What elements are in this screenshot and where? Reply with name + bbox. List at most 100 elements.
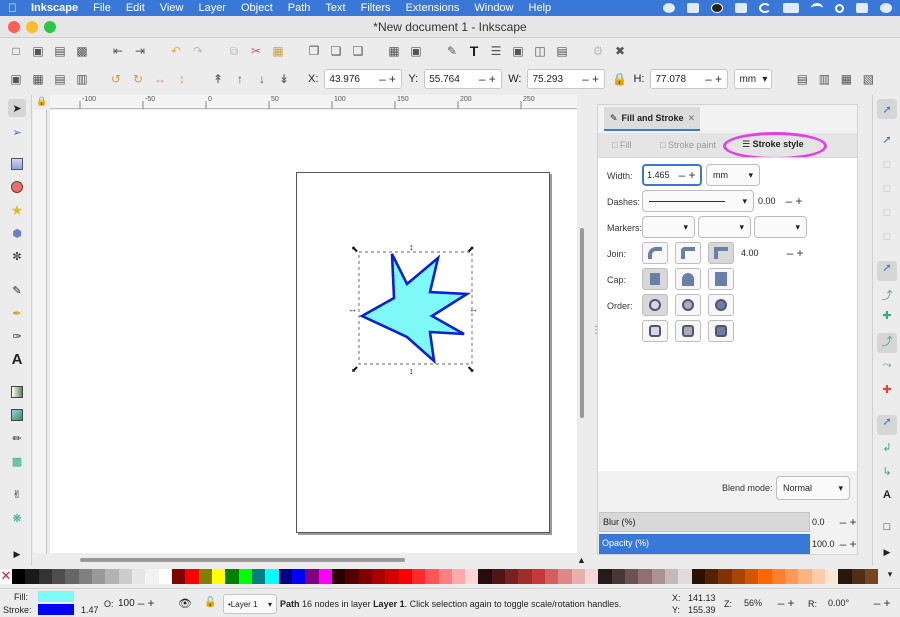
snap-center-icon[interactable]: ↲ <box>877 441 897 457</box>
undo-icon[interactable]: ↶ <box>168 43 184 59</box>
snap-bbox-edge-icon[interactable]: □ <box>877 159 897 175</box>
color-swatch[interactable] <box>865 569 879 584</box>
copy-icon[interactable]: ⧉ <box>226 43 242 59</box>
end-marker-select[interactable]: ▾ <box>754 216 807 238</box>
unlink-clone-icon[interactable]: ❑ <box>350 43 366 59</box>
opacity-status-minus[interactable]: – <box>136 596 146 610</box>
join-bevel-button[interactable] <box>642 242 668 264</box>
dash-pattern-select[interactable]: ▾ <box>642 190 754 212</box>
scale-stroke-icon[interactable]: ▤ <box>794 71 810 87</box>
move-gradients-icon[interactable]: ▦ <box>838 71 854 87</box>
color-swatch[interactable] <box>358 569 372 584</box>
fill-indicator[interactable] <box>38 591 74 602</box>
color-swatch[interactable] <box>665 569 679 584</box>
color-swatch[interactable] <box>198 569 212 584</box>
document-properties-icon[interactable]: ✖ <box>612 43 628 59</box>
color-swatch[interactable] <box>65 569 79 584</box>
deselect-icon[interactable]: ▤ <box>52 71 68 87</box>
offset-plus[interactable]: + <box>794 194 804 208</box>
translate-icon[interactable] <box>735 3 747 13</box>
layers-icon[interactable]: ☰ <box>488 43 504 59</box>
y-minus[interactable]: – <box>477 72 487 86</box>
menu-layer[interactable]: Layer <box>198 2 226 14</box>
opacity-status-plus[interactable]: + <box>146 596 156 610</box>
color-swatch[interactable] <box>105 569 119 584</box>
h-minus[interactable]: – <box>703 72 713 86</box>
color-swatch[interactable] <box>251 569 266 584</box>
snap-bbox-midpoint-icon[interactable]: □ <box>877 207 897 223</box>
opacity-status-field[interactable]: 100 – + <box>114 594 160 612</box>
open-icon[interactable]: ▣ <box>30 43 46 59</box>
opacity-minus[interactable]: – <box>838 537 848 551</box>
color-swatch[interactable] <box>185 569 199 584</box>
color-swatch[interactable] <box>718 569 732 584</box>
control-center-icon[interactable] <box>856 3 868 13</box>
color-swatch[interactable] <box>385 569 399 584</box>
menu-help[interactable]: Help <box>529 2 552 14</box>
menu-view[interactable]: View <box>160 2 184 14</box>
color-swatch[interactable] <box>438 569 452 584</box>
stroke-width-indicator[interactable]: 1.47 <box>81 605 99 615</box>
color-swatch[interactable] <box>12 569 26 584</box>
zoom-field[interactable]: 56% – + <box>740 594 800 612</box>
apple-icon[interactable]:  <box>8 1 17 15</box>
color-swatch[interactable] <box>638 569 652 584</box>
scale-handle-n[interactable]: ↕ <box>409 242 414 252</box>
order-stroke-markers-button[interactable] <box>708 320 734 342</box>
tweak-tool-icon[interactable]: ✌ <box>8 485 26 503</box>
snap-text-baseline-icon[interactable]: A <box>877 489 897 505</box>
w-field[interactable]: 75.293 – + <box>527 69 606 89</box>
color-swatch[interactable] <box>371 569 386 584</box>
x-minus[interactable]: – <box>377 72 387 86</box>
cap-square-button[interactable] <box>708 268 734 290</box>
zoom-window-button[interactable] <box>44 21 56 33</box>
h-plus[interactable]: + <box>713 72 723 86</box>
rectangle-tool-icon[interactable] <box>8 155 26 173</box>
snap-toggle-icon[interactable]: ➚ <box>877 99 897 119</box>
spray-tool-icon[interactable]: ❋ <box>8 509 26 527</box>
opacity-field[interactable]: 100.0 – + <box>812 534 858 554</box>
start-marker-select[interactable]: ▾ <box>642 216 695 238</box>
pen-tool-icon[interactable]: ✒ <box>8 304 26 322</box>
color-swatch[interactable] <box>171 569 186 584</box>
opacity-plus[interactable]: + <box>848 537 858 551</box>
color-swatch[interactable] <box>291 569 306 584</box>
import-icon[interactable]: ⇤ <box>110 43 126 59</box>
color-swatch[interactable] <box>145 569 159 584</box>
miter-minus[interactable]: – <box>785 246 795 260</box>
raise-icon[interactable]: ↑ <box>232 71 248 87</box>
color-swatch[interactable] <box>705 569 719 584</box>
join-round-button[interactable] <box>675 242 701 264</box>
blend-mode-select[interactable]: Normal ▾ <box>776 476 850 500</box>
menu-edit[interactable]: Edit <box>126 2 145 14</box>
offset-minus[interactable]: – <box>784 194 794 208</box>
dialog-tab[interactable]: ✎ Fill and Stroke ✕ <box>604 107 700 131</box>
cloud-icon[interactable] <box>687 3 699 13</box>
tab-fill[interactable]: □ Fill <box>612 140 631 150</box>
color-swatch[interactable] <box>331 569 346 584</box>
color-swatch[interactable] <box>78 569 92 584</box>
clone-icon[interactable]: ❏ <box>328 43 344 59</box>
y-plus[interactable]: + <box>487 72 497 86</box>
color-swatch[interactable] <box>518 569 532 584</box>
blur-slider[interactable]: Blur (%) <box>599 512 810 532</box>
move-patterns-icon[interactable]: ▧ <box>860 71 876 87</box>
w-plus[interactable]: + <box>590 72 600 86</box>
duplicate-icon[interactable]: ❐ <box>306 43 322 59</box>
cut-icon[interactable]: ✂ <box>248 43 264 59</box>
width-plus[interactable]: + <box>687 168 697 182</box>
moon-icon[interactable] <box>759 3 771 13</box>
lock-icon[interactable]: 🔓 <box>204 597 216 608</box>
color-swatch[interactable] <box>411 569 426 584</box>
color-swatch[interactable] <box>131 569 146 584</box>
text-tool-icon[interactable]: A <box>8 350 26 368</box>
menu-filters[interactable]: Filters <box>361 2 391 14</box>
color-swatch[interactable] <box>451 569 466 584</box>
selected-star[interactable]: ⬉ ↕ ⬈ ↔ ↔ ⬋ ↕ ⬊ <box>345 238 485 378</box>
order-fill-markers-button[interactable] <box>708 294 734 316</box>
xml-editor-icon[interactable]: ✎ <box>444 43 460 59</box>
snap-page-icon[interactable]: □ <box>877 521 897 537</box>
lock-guides-icon[interactable]: 🔒 <box>36 96 48 108</box>
siri-icon[interactable] <box>880 3 892 13</box>
snap-others-icon[interactable]: ➚ <box>877 415 897 435</box>
